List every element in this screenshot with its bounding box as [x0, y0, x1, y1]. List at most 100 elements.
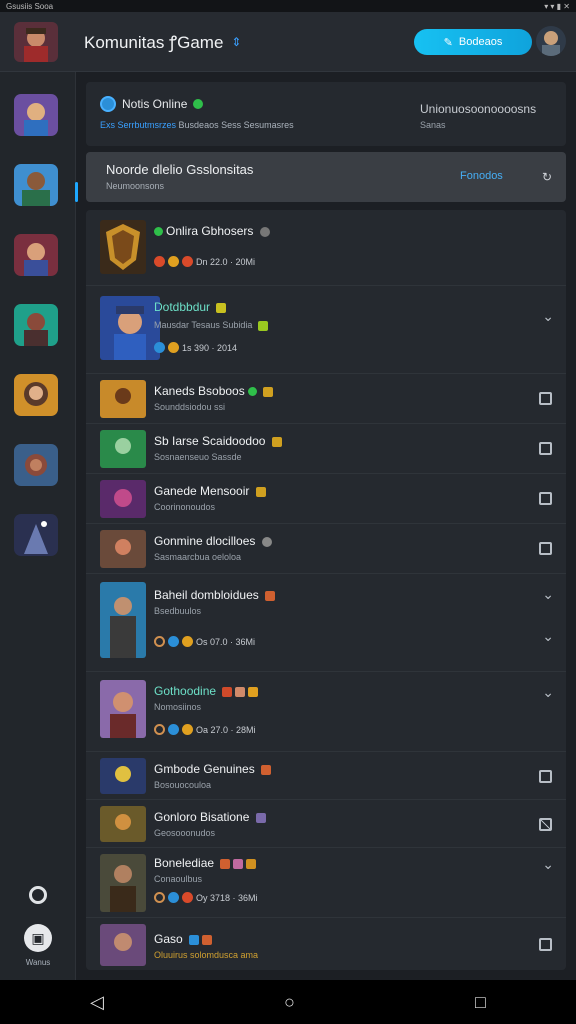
badge-icon [202, 934, 213, 945]
user-avatar[interactable] [536, 26, 566, 56]
emoji-icon [168, 256, 179, 267]
chevron-down-icon[interactable]: ⌄ [542, 586, 554, 603]
item-checkbox[interactable] [539, 938, 552, 951]
chevron-down-icon[interactable]: ⌄ [542, 856, 554, 873]
emoji-icon [182, 636, 193, 647]
item-meta: Oy 3718 · 36Mi [154, 892, 258, 903]
badge-icon [246, 858, 257, 869]
item-thumbnail [100, 758, 146, 794]
recents-icon[interactable]: □ [475, 992, 486, 1013]
primary-button[interactable]: ✎ Bodeaos [414, 29, 532, 55]
sidebar-game-3[interactable] [14, 234, 58, 276]
sidebar-game-7[interactable] [14, 514, 58, 556]
list-item[interactable]: Kaneds Bsoboos Sounddsiodou ssi [86, 374, 566, 424]
system-nav-bar: ◁ ○ □ [0, 980, 576, 1024]
sidebar: ▣ Wanus [0, 72, 78, 980]
badge-icon [248, 686, 259, 697]
item-title: Dotdbbdur [154, 300, 227, 314]
notification-card[interactable]: Notis Online Exs Serrbutmsrzes Busdeaos … [86, 82, 566, 146]
badge-icon [259, 226, 270, 237]
section-header: Noorde dlelio Gsslonsitas Neumoonsons Fo… [86, 152, 566, 202]
chevron-down-icon[interactable]: ⌄ [542, 308, 554, 325]
item-title: Bonelediae [154, 856, 257, 870]
chat-icon[interactable]: ▣ [0, 924, 76, 952]
item-checkbox[interactable] [539, 770, 552, 783]
badge-icon [255, 486, 266, 497]
item-thumbnail [100, 530, 146, 568]
item-subtitle: Mausdar Tesaus Subidia [154, 320, 268, 331]
item-subtitle: Bosouocouloa [154, 780, 212, 790]
item-checkbox[interactable] [539, 542, 552, 555]
item-meta: Dn 22.0 · 20Mi [154, 256, 255, 267]
item-subtitle: Sasmaarcbua oeloloa [154, 552, 242, 562]
emoji-icon [168, 636, 179, 647]
item-thumbnail [100, 480, 146, 518]
info-icon [100, 96, 116, 112]
chevron-down-icon[interactable]: ⌄ [542, 628, 554, 645]
item-subtitle: Sosnaenseuo Sassde [154, 452, 242, 462]
back-icon[interactable]: ◁ [90, 992, 104, 1013]
notif-subtitle-highlight: Exs Serrbutmsrzes [100, 120, 177, 130]
sidebar-game-6[interactable] [14, 444, 58, 486]
emoji-icon [154, 724, 165, 735]
list-item[interactable]: Dotdbbdur Mausdar Tesaus Subidia 1s 390 … [86, 286, 566, 374]
item-title: Baheil dombloidues [154, 588, 276, 602]
item-thumbnail [100, 680, 146, 738]
home-icon[interactable]: ○ [284, 992, 295, 1013]
emoji-icon [182, 892, 193, 903]
item-thumbnail [100, 430, 146, 468]
list-item[interactable]: Gonmine dlocilloes Sasmaarcbua oeloloa [86, 524, 566, 574]
item-title: Kaneds Bsoboos [154, 384, 274, 398]
chevron-updown-icon[interactable]: ⇕ [231, 35, 241, 49]
item-subtitle: Bsedbuulos [154, 606, 202, 616]
badge-icon [222, 686, 233, 697]
list-item[interactable]: Gmbode Genuines Bosouocouloa [86, 752, 566, 800]
list-item[interactable]: Baheil dombloidues Bsedbuulos Os 07.0 · … [86, 574, 566, 672]
primary-button-label: Bodeaos [458, 36, 503, 48]
badge-icon [263, 386, 274, 397]
item-subtitle: Sounddsiodou ssi [154, 402, 226, 412]
top-bar: Komunitas ꝭGame ⇕ ✎ Bodeaos [0, 12, 576, 72]
sidebar-game-2[interactable] [14, 164, 58, 206]
refresh-icon[interactable]: ↻ [542, 170, 552, 184]
item-subtitle: Conaoulbus [154, 874, 203, 884]
list-item[interactable]: Onlira Gbhosers Dn 22.0 · 20Mi [86, 210, 566, 286]
community-list: Onlira Gbhosers Dn 22.0 · 20Mi Dotdbbdur… [86, 210, 566, 970]
emoji-icon [154, 892, 165, 903]
section-subtitle: Neumoonsons [106, 181, 165, 191]
badge-icon [261, 764, 272, 775]
badge-icon [265, 590, 276, 601]
list-item[interactable]: Gaso Oluuirus solomdusca ama [86, 918, 566, 970]
list-item[interactable]: Gonloro Bisatione Geosooonudos [86, 800, 566, 848]
status-right: ▾ ▾ ▮ ✕ [544, 1, 570, 11]
item-checkbox-checked[interactable] [539, 818, 552, 831]
item-checkbox[interactable] [539, 492, 552, 505]
sidebar-game-5[interactable] [14, 374, 58, 416]
badge-icon [233, 858, 244, 869]
list-item[interactable]: Ganede Mensooir Coorinonoudos [86, 474, 566, 524]
settings-icon[interactable] [0, 886, 76, 909]
item-title: Gmbode Genuines [154, 762, 272, 776]
sidebar-game-1[interactable] [14, 94, 58, 136]
item-subtitle: Coorinonoudos [154, 502, 216, 512]
list-item[interactable]: Bonelediae Conaoulbus Oy 3718 · 36Mi ⌄ [86, 848, 566, 918]
badge-icon [216, 302, 227, 313]
badge-icon [189, 934, 200, 945]
item-subtitle: Nomosiinos [154, 702, 202, 712]
item-checkbox[interactable] [539, 442, 552, 455]
list-item[interactable]: Sb Iarse Scaidoodoo Sosnaenseuo Sassde [86, 424, 566, 474]
status-left: Gsusiis Sooa [6, 1, 54, 11]
page-title: Komunitas ꝭGame ⇕ [84, 30, 241, 53]
item-title: Gaso [154, 932, 213, 946]
item-checkbox[interactable] [539, 392, 552, 405]
item-title: Gonloro Bisatione [154, 810, 266, 824]
item-meta: Os 07.0 · 36Mi [154, 636, 255, 647]
sidebar-bottom-label: Wanus [25, 958, 51, 967]
list-item[interactable]: Gothoodine Nomosiinos Oa 27.0 · 28Mi ⌄ [86, 672, 566, 752]
sidebar-game-4[interactable] [14, 304, 58, 346]
badge-icon [257, 320, 268, 331]
app-avatar[interactable] [14, 21, 58, 62]
chevron-down-icon[interactable]: ⌄ [542, 684, 554, 701]
notif-subtitle: Busdeaos Sess Sesumasres [178, 120, 294, 130]
section-link[interactable]: Fonodos [460, 170, 503, 182]
